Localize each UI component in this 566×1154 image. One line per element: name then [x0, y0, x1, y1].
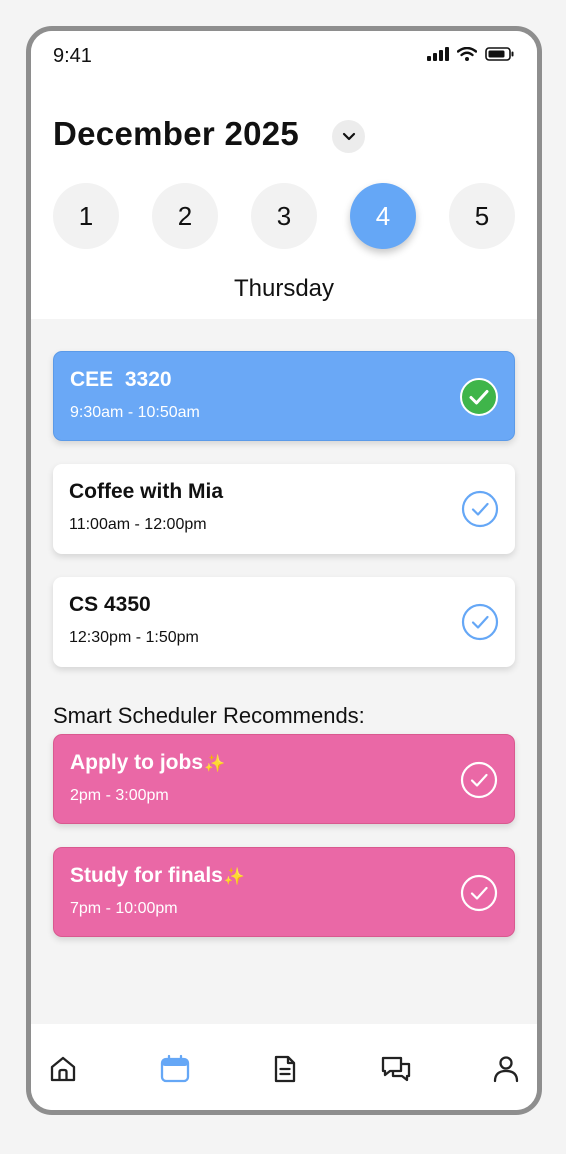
status-icons — [427, 47, 515, 61]
event-card[interactable]: Coffee with Mia 11:00am - 12:00pm — [53, 464, 515, 554]
weekday-label: Thursday — [233, 275, 335, 302]
nav-messages[interactable] — [379, 1052, 413, 1086]
checkmark-circle-icon[interactable] — [460, 761, 498, 799]
calendar-header: 9:41 December 2025 1 2 3 4 5 Thursday — [31, 31, 537, 319]
event-card[interactable]: CS 4350 12:30pm - 1:50pm — [53, 577, 515, 667]
phone-frame: 9:41 December 2025 1 2 3 4 5 Thursday CE… — [26, 26, 542, 1115]
event-time: 9:30am - 10:50am — [70, 404, 200, 421]
checkmark-circle-icon[interactable] — [461, 603, 499, 641]
day-button-4-selected[interactable]: 4 — [350, 183, 416, 249]
day-button-5[interactable]: 5 — [449, 183, 515, 249]
event-title: CS 4350 — [69, 593, 151, 616]
checkmark-circle-icon[interactable] — [461, 490, 499, 528]
recommendations-heading: Smart Scheduler Recommends: — [53, 703, 365, 728]
day-button-2[interactable]: 2 — [152, 183, 218, 249]
event-time: 11:00am - 12:00pm — [69, 516, 207, 533]
event-card[interactable]: CEE 3320 9:30am - 10:50am — [53, 351, 515, 441]
signal-icon — [427, 47, 449, 61]
checkmark-circle-icon[interactable] — [460, 874, 498, 912]
recommendation-title-row: Apply to jobs✨ — [70, 751, 225, 775]
recommendation-card[interactable]: Apply to jobs✨ 2pm - 3:00pm — [53, 734, 515, 824]
battery-icon — [485, 47, 514, 61]
checkmark-completed-icon[interactable] — [460, 378, 498, 416]
day-button-3[interactable]: 3 — [251, 183, 317, 249]
nav-notes[interactable] — [268, 1052, 302, 1086]
chevron-down-icon — [342, 132, 355, 141]
nav-calendar[interactable] — [158, 1052, 192, 1086]
recommendation-title-row: Study for finals✨ — [70, 864, 245, 888]
sparkles-icon: ✨ — [204, 754, 226, 773]
event-title: CEE 3320 — [70, 368, 172, 391]
recommendation-card[interactable]: Study for finals✨ 7pm - 10:00pm — [53, 847, 515, 937]
nav-profile[interactable] — [489, 1052, 523, 1086]
month-dropdown-button[interactable] — [332, 120, 365, 153]
event-title: Coffee with Mia — [69, 480, 224, 503]
bottom-nav — [31, 1024, 537, 1110]
recommendation-title: Study for finals — [70, 864, 223, 887]
day-selector: 1 2 3 4 5 — [53, 183, 515, 249]
wifi-icon — [457, 47, 477, 61]
calendar-icon — [160, 1054, 190, 1083]
recommendation-time: 2pm - 3:00pm — [70, 787, 169, 804]
profile-icon — [493, 1056, 519, 1083]
month-title: December 2025 — [53, 115, 300, 152]
recommendation-time: 7pm - 10:00pm — [70, 900, 178, 917]
chat-icon — [381, 1056, 411, 1082]
event-time: 12:30pm - 1:50pm — [69, 629, 199, 646]
recommendation-title: Apply to jobs — [70, 751, 203, 774]
sparkles-icon: ✨ — [223, 867, 246, 886]
notes-icon — [274, 1055, 296, 1083]
home-icon — [50, 1056, 76, 1082]
nav-home[interactable] — [46, 1052, 80, 1086]
day-button-1[interactable]: 1 — [53, 183, 119, 249]
status-time: 9:41 — [53, 45, 92, 67]
